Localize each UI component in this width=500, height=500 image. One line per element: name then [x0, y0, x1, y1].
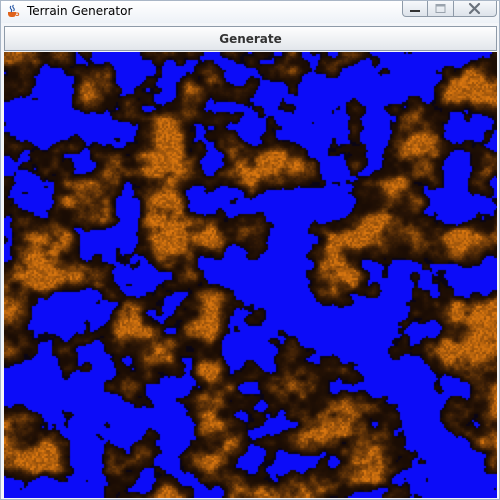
window-controls — [402, 1, 497, 18]
maximize-button[interactable] — [428, 1, 454, 17]
minimize-icon — [410, 10, 420, 12]
terrain-canvas-area — [4, 52, 497, 498]
terrain-map — [4, 52, 497, 498]
title-bar: Terrain Generator — [1, 1, 499, 23]
window-title: Terrain Generator — [27, 4, 133, 18]
minimize-button[interactable] — [402, 1, 428, 17]
java-coffee-cup-icon — [8, 4, 20, 17]
maximize-icon — [435, 4, 446, 13]
generate-button[interactable]: Generate — [4, 26, 497, 51]
close-button[interactable] — [454, 1, 497, 17]
close-icon — [468, 2, 481, 15]
app-window: Terrain Generator Generate — [0, 0, 500, 500]
